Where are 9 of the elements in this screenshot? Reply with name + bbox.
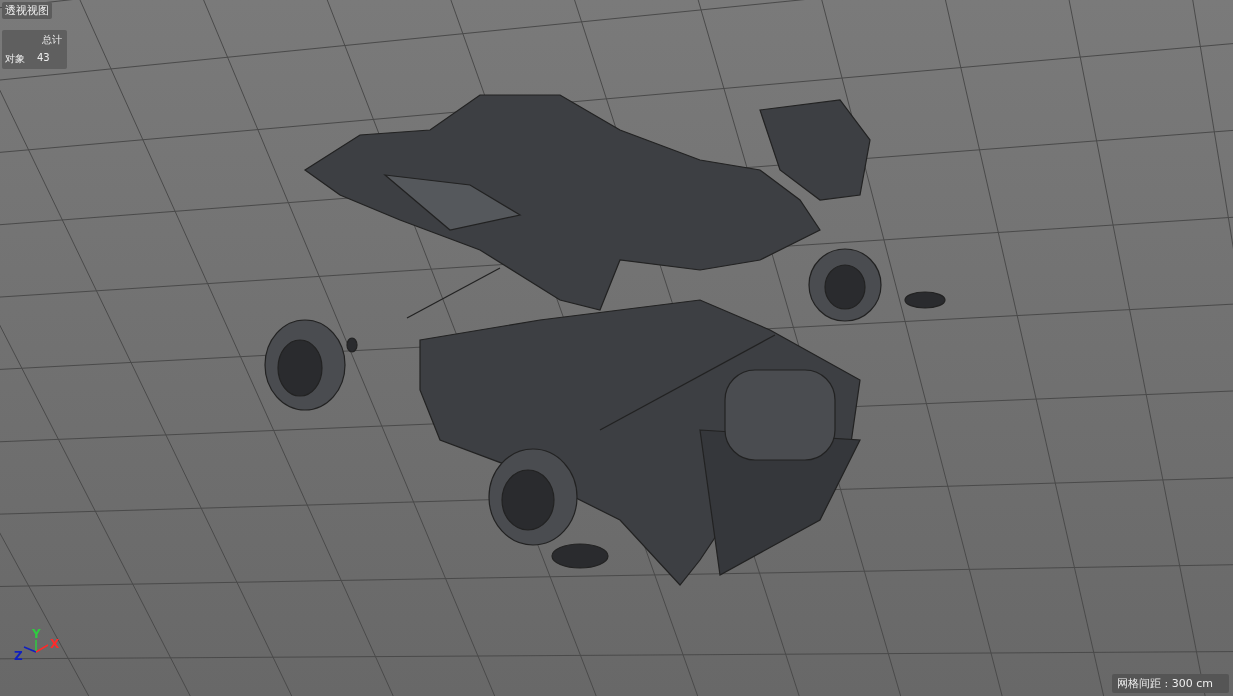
grid-spacing-label: 网格间距 : 300 cm <box>1112 674 1229 693</box>
axis-label: Z <box>14 650 23 662</box>
axis-label: Y <box>32 628 41 640</box>
viewport-title[interactable]: 透视视图 <box>2 2 52 19</box>
axis-gizmo-icon <box>23 639 49 653</box>
stats-value: 43 <box>37 52 50 65</box>
stats-header: 总计 <box>41 33 63 47</box>
axis-label: X <box>50 638 60 650</box>
stats-label: 对象 <box>5 52 25 66</box>
